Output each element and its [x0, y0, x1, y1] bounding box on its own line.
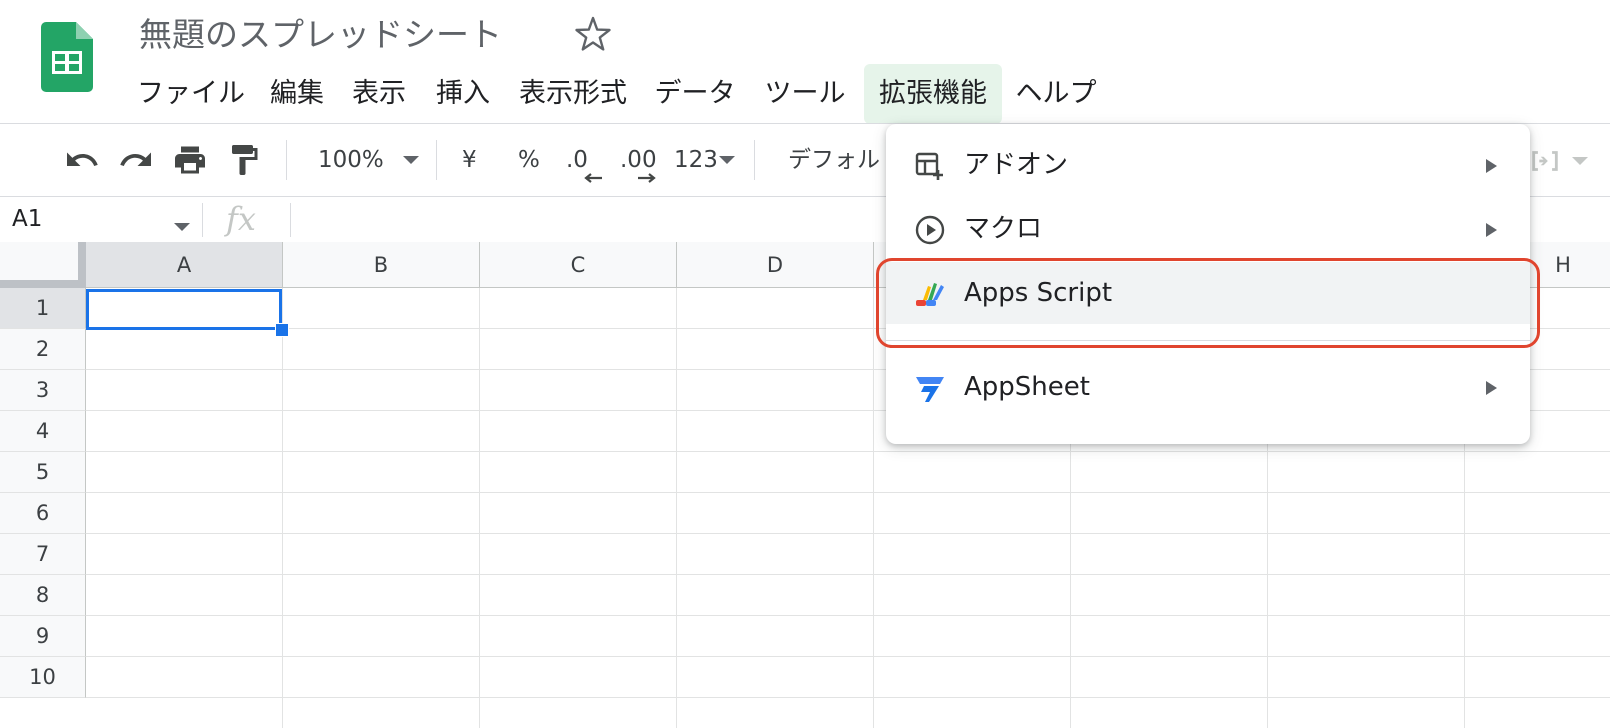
row-header-9[interactable]: 9	[0, 616, 86, 657]
name-box[interactable]: A1	[0, 197, 195, 242]
row-header-5[interactable]: 5	[0, 452, 86, 493]
formula-separator	[202, 203, 203, 237]
menu-item-label: マクロ	[964, 214, 1043, 244]
toolbar-separator	[754, 140, 755, 180]
menu-format[interactable]: 表示形式	[514, 64, 632, 124]
row-header-7[interactable]: 7	[0, 534, 86, 575]
spreadsheet-app: 無題のスプレッドシート ファイル 編集 表示 挿入 表示形式 データ ツール 拡…	[0, 0, 1610, 728]
menu-data[interactable]: データ	[650, 64, 740, 124]
submenu-arrow-icon	[1486, 159, 1497, 173]
redo-icon[interactable]	[118, 142, 154, 178]
toolbar-separator	[286, 140, 287, 180]
merge-cells-icon[interactable]	[1528, 144, 1562, 178]
submenu-arrow-icon	[1486, 223, 1497, 237]
column-header-d[interactable]: D	[677, 242, 874, 288]
grid-line	[86, 656, 1610, 657]
menu-extensions[interactable]: 拡張機能	[864, 64, 1002, 124]
submenu-arrow-icon	[1486, 381, 1497, 395]
menu-item-addons[interactable]: アドオン	[886, 134, 1530, 196]
menu-item-appsheet[interactable]: AppSheet	[886, 356, 1530, 418]
macro-play-icon	[915, 215, 945, 245]
row-header-2[interactable]: 2	[0, 329, 86, 370]
grid-line	[86, 451, 1610, 452]
grid-line	[86, 533, 1610, 534]
menu-item-label: AppSheet	[964, 372, 1090, 402]
row-header-3[interactable]: 3	[0, 370, 86, 411]
grid-line	[676, 288, 677, 728]
zoom-caret-icon[interactable]	[403, 156, 419, 164]
menu-edit[interactable]: 編集	[266, 64, 328, 124]
menu-insert[interactable]: 挿入	[432, 64, 494, 124]
grid-line	[873, 288, 874, 728]
number-format-button[interactable]: 123	[674, 142, 718, 178]
menu-help[interactable]: ヘルプ	[1010, 64, 1102, 124]
appsheet-icon	[916, 377, 944, 402]
menu-item-label: アドオン	[964, 150, 1069, 180]
print-icon[interactable]	[172, 142, 208, 178]
menu-view[interactable]: 表示	[348, 64, 410, 124]
menu-item-apps-script[interactable]: Apps Script	[886, 262, 1530, 324]
name-box-caret-icon[interactable]	[174, 223, 190, 231]
freeze-row-handle[interactable]	[0, 280, 86, 288]
grid-line	[86, 492, 1610, 493]
paint-format-icon[interactable]	[226, 142, 262, 178]
column-header-a[interactable]: A	[86, 242, 283, 288]
currency-format-button[interactable]: ¥	[462, 142, 477, 178]
arrow-right-icon	[638, 173, 656, 183]
document-title[interactable]: 無題のスプレッドシート	[139, 12, 502, 58]
grid-line	[86, 615, 1610, 616]
row-header-4[interactable]: 4	[0, 411, 86, 452]
menu-tools[interactable]: ツール	[760, 64, 850, 124]
formula-separator	[290, 203, 291, 237]
arrow-left-icon	[584, 173, 602, 183]
grid-line	[86, 697, 1610, 698]
column-header-b[interactable]: B	[283, 242, 480, 288]
menu-item-label: Apps Script	[964, 278, 1113, 308]
extensions-menu: アドオン マクロ Apps Script AppSheet	[886, 124, 1530, 444]
apps-script-icon	[916, 283, 944, 306]
grid-line	[86, 574, 1610, 575]
formula-input[interactable]	[292, 200, 852, 240]
font-select[interactable]: デフォル	[788, 142, 880, 178]
zoom-select[interactable]: 100%	[318, 142, 384, 178]
star-icon[interactable]	[573, 14, 613, 54]
fx-icon: fx	[226, 200, 256, 238]
menu-file[interactable]: ファイル	[130, 64, 252, 124]
fill-handle[interactable]	[275, 323, 289, 337]
grid-line	[282, 288, 283, 728]
row-header-10[interactable]: 10	[0, 657, 86, 698]
addon-icon	[915, 152, 943, 180]
merge-caret-icon[interactable]	[1572, 157, 1588, 165]
menu-item-macros[interactable]: マクロ	[886, 198, 1530, 260]
active-cell-a1[interactable]	[86, 289, 282, 330]
percent-format-button[interactable]: %	[518, 142, 540, 178]
grid-line	[479, 288, 480, 728]
menu-divider	[886, 340, 1530, 341]
column-header-c[interactable]: C	[480, 242, 677, 288]
number-format-caret-icon[interactable]	[719, 156, 735, 164]
row-header-1[interactable]: 1	[0, 288, 86, 329]
row-header-6[interactable]: 6	[0, 493, 86, 534]
toolbar-separator	[436, 140, 437, 180]
row-header-8[interactable]: 8	[0, 575, 86, 616]
undo-icon[interactable]	[64, 142, 100, 178]
sheets-logo-icon[interactable]	[41, 22, 93, 92]
